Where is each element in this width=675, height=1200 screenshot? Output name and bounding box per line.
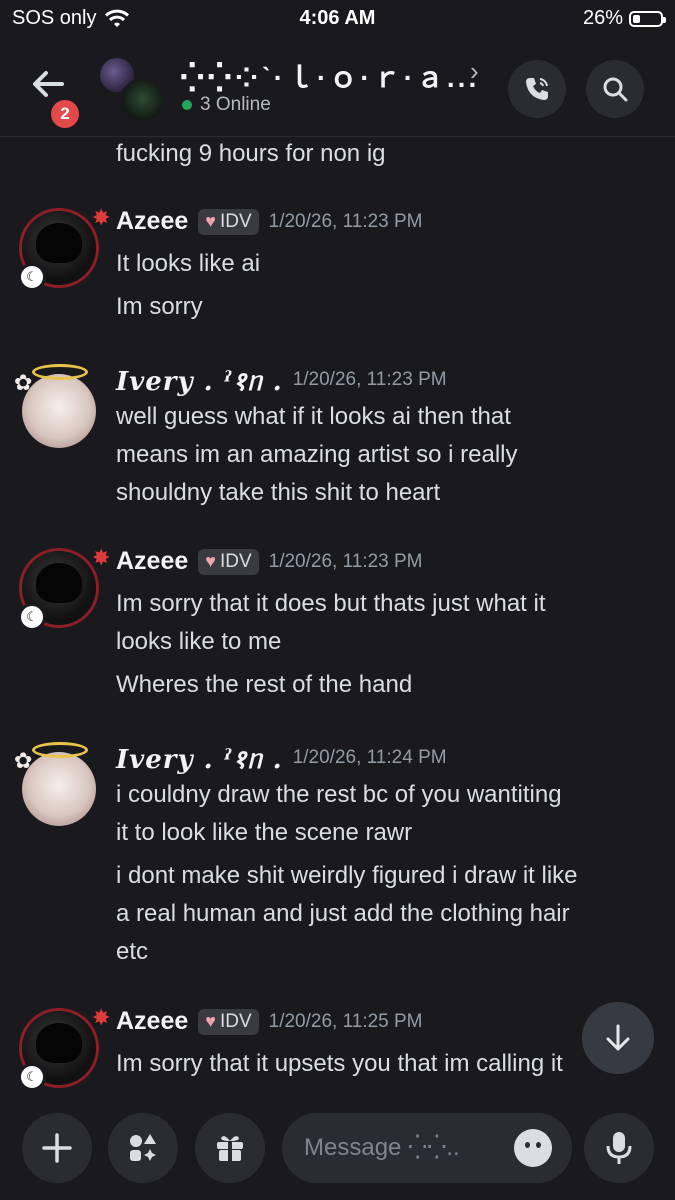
message-text: etc [116, 938, 149, 965]
username[interactable]: Azeee [116, 1007, 188, 1036]
search-button[interactable] [586, 60, 644, 118]
online-count: 3 Online [182, 94, 271, 116]
message-input[interactable]: Message ⁛⁛.. [282, 1113, 572, 1183]
message-text: shouldny take this shit to heart [116, 479, 441, 506]
clock: 4:06 AM [299, 7, 376, 29]
message-text: i dont make shit weirdly figured i draw … [116, 862, 578, 889]
attach-button[interactable] [22, 1113, 92, 1183]
guild-tag[interactable]: ♥ IDV [198, 1008, 259, 1035]
anger-mark-icon: ✸ [92, 205, 111, 230]
heart-icon: ♥ [205, 1011, 216, 1031]
anger-mark-icon: ✸ [92, 1005, 111, 1030]
apps-button[interactable] [108, 1113, 178, 1183]
timestamp: 1/20/26, 11:23 PM [292, 369, 447, 390]
phone-icon [526, 78, 548, 100]
jump-to-latest-button[interactable] [582, 1002, 654, 1074]
online-label: 3 Online [200, 94, 271, 115]
guild-tag-label: IDV [219, 210, 252, 232]
message-text: fucking 9 hours for non ig [116, 140, 386, 167]
message-text: looks like to me [116, 628, 282, 655]
message-text: Im sorry [116, 293, 203, 320]
guild-tag[interactable]: ♥ IDV [198, 208, 259, 235]
emoji-icon[interactable] [514, 1129, 552, 1167]
microphone-icon [606, 1132, 632, 1164]
message-placeholder: Message ⁛⁛.. [304, 1134, 460, 1161]
avatar[interactable] [14, 742, 96, 826]
chevron-right-icon[interactable]: › [470, 56, 479, 87]
timestamp: 1/20/26, 11:25 PM [268, 1010, 423, 1032]
timestamp: 1/20/26, 11:23 PM [268, 210, 423, 232]
username[interactable]: Azeee [116, 207, 188, 236]
message-text: Im sorry that it does but thats just wha… [116, 590, 546, 617]
message-composer: Message ⁛⁛.. [0, 1095, 675, 1200]
message-header: Azeee ♥ IDV 1/20/26, 11:23 PM [116, 207, 423, 236]
message-header: Azeee ♥ IDV 1/20/26, 11:23 PM [116, 547, 423, 576]
channel-header: 2 ⁛⁛⁘ˋ·ｌ·ｏ·ｒ·ａ... › 3 Online [0, 40, 675, 137]
message-header: Ivery . ˀ१ᥒ . 1/20/26, 11:24 PM [116, 740, 447, 776]
guild-tag-label: IDV [219, 550, 252, 572]
message-text: a real human and just add the clothing h… [116, 900, 570, 927]
message-text: well guess what if it looks ai then that [116, 403, 511, 430]
timestamp: 1/20/26, 11:24 PM [292, 747, 447, 768]
username[interactable]: Ivery . ˀ१ᥒ . [116, 362, 283, 398]
online-dot-icon [182, 100, 192, 110]
gift-icon [217, 1136, 243, 1161]
search-icon [603, 77, 628, 102]
group-avatar-secondary [120, 78, 166, 124]
message-text: i couldny draw the rest bc of you wantit… [116, 781, 562, 808]
anger-mark-icon: ✸ [92, 545, 111, 570]
voice-message-button[interactable] [584, 1113, 654, 1183]
voice-call-button[interactable] [508, 60, 566, 118]
username[interactable]: Azeee [116, 547, 188, 576]
channel-title[interactable]: ⁛⁛⁘ˋ·ｌ·ｏ·ｒ·ａ... [180, 56, 479, 96]
status-icon: ☾ [18, 1063, 46, 1091]
message-text: Wheres the rest of the hand [116, 671, 413, 698]
message-text: it to look like the scene rawr [116, 819, 413, 846]
guild-tag-label: IDV [219, 1010, 252, 1032]
username[interactable]: Ivery . ˀ१ᥒ . [116, 740, 283, 776]
plus-icon [42, 1133, 72, 1163]
message-header: Azeee ♥ IDV 1/20/26, 11:25 PM [116, 1007, 423, 1036]
message-list[interactable]: fucking 9 hours for non ig ✸ ☾ Azeee ♥ ID… [0, 137, 675, 1095]
heart-icon: ♥ [205, 551, 216, 571]
status-bar: SOS only 4:06 AM 26% [0, 0, 675, 40]
heart-icon: ♥ [205, 211, 216, 231]
message-text: means im an amazing artist so i really [116, 441, 518, 468]
status-icon: ☾ [18, 603, 46, 631]
arrow-down-icon [606, 1024, 630, 1051]
apps-icon [130, 1134, 156, 1161]
unread-badge: 2 [48, 97, 82, 131]
message-text: It looks like ai [116, 250, 261, 277]
guild-tag[interactable]: ♥ IDV [198, 548, 259, 575]
status-icon: ☾ [18, 263, 46, 291]
avatar[interactable] [14, 364, 96, 448]
battery-status: 26% [582, 7, 666, 30]
message-text: Im sorry that it upsets you that im call… [116, 1050, 563, 1077]
gift-button[interactable] [195, 1113, 265, 1183]
battery-percent: 26% [582, 7, 623, 29]
message-header: Ivery . ˀ१ᥒ . 1/20/26, 11:23 PM [116, 362, 447, 398]
battery-icon [629, 10, 666, 27]
timestamp: 1/20/26, 11:23 PM [268, 550, 423, 572]
